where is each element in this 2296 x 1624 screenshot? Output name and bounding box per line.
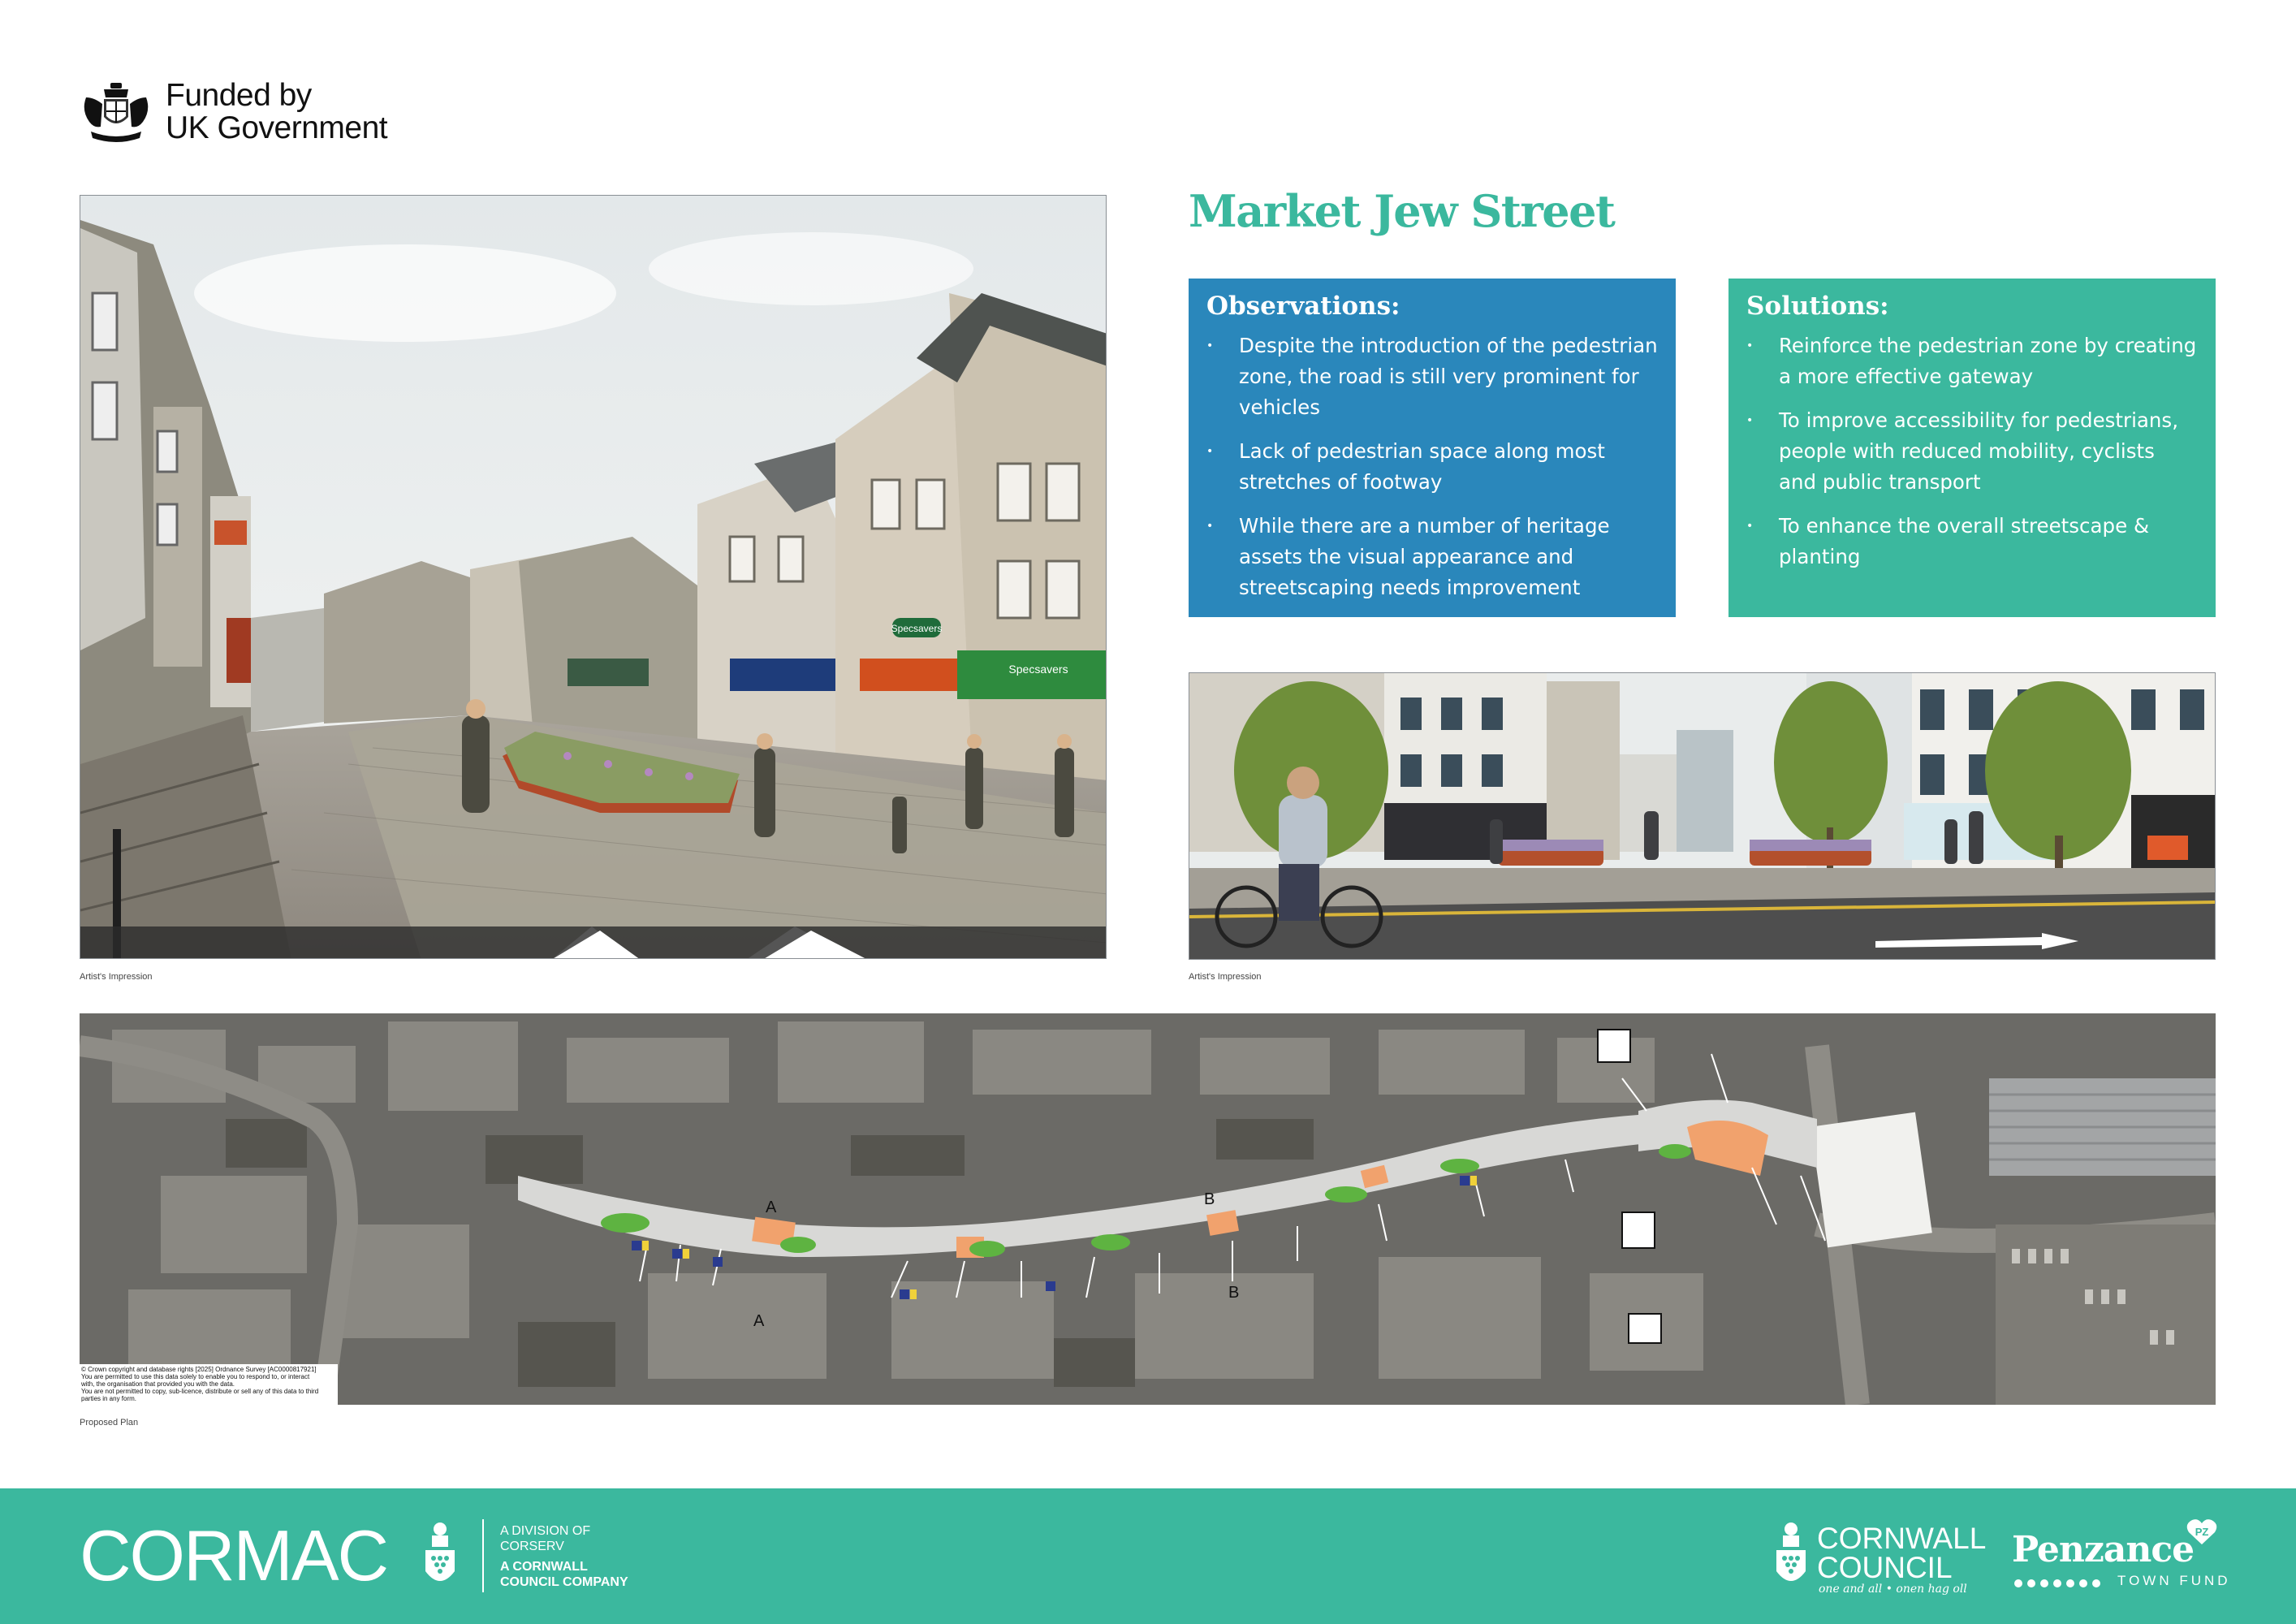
cc-line: COUNCIL [1817,1551,1953,1584]
royal-crest-icon [84,83,149,142]
solutions-list: Reinforce the pedestrian zone by creatin… [1746,330,2198,572]
plan-caption: Proposed Plan [80,1418,139,1427]
observations-list: Despite the introduction of the pedestri… [1206,330,1658,603]
penzance-logo: Penzance [2012,1529,2195,1570]
pz-badge-text: PZ [2195,1526,2209,1538]
cormac-logo: CORMAC [80,1515,389,1596]
copyright-line: with, the organisation that provided you… [80,1380,235,1388]
division-line-bold: COUNCIL COMPANY [500,1575,628,1589]
artist-impression-street-photo: Specsavers Specsavers [80,195,1107,959]
cornwall-council-crest-icon [1776,1522,1806,1581]
copyright-line: You are not permitted to copy, sub-licen… [81,1388,318,1395]
observation-item: While there are a number of heritage ass… [1206,511,1658,603]
copyright-line: © Crown copyright and database rights [2… [81,1366,317,1373]
shop-sign-specsavers: Specsavers [891,623,943,634]
cornwall-council-logo: CORNWALL COUNCIL [1817,1522,1987,1584]
solution-item: Reinforce the pedestrian zone by creatin… [1746,330,2198,392]
proposed-plan-aerial-map: A A B B © Crown copyright and database r… [80,1013,2216,1405]
penzance-dots-icon [2014,1579,2100,1587]
cornish-crest-icon [425,1522,455,1581]
photo1-caption: Artist's Impression [80,972,153,982]
division-line: CORSERV [500,1540,564,1553]
town-fund-label: TOWN FUND [2117,1573,2231,1588]
funded-by-text: Funded by UK Government [166,78,388,145]
copyright-line: You are permitted to use this data solel… [81,1373,310,1380]
pz-heart-badge-icon: PZ [2186,1519,2217,1544]
observations-heading: Observations: [1206,292,1400,321]
division-line: A DIVISION OF [500,1524,591,1538]
section-marker-a-top: A [766,1199,777,1216]
photo2-caption: Artist's Impression [1189,972,1262,982]
funded-line-2: UK Government [166,110,388,145]
artist-impression-gateway-photo [1189,672,2216,960]
logo-divider [482,1519,484,1592]
cornwall-council-tagline: one and all • onen hag oll [1819,1583,1967,1596]
observation-item: Lack of pedestrian space along most stre… [1206,436,1658,498]
solutions-heading: Solutions: [1746,292,1889,321]
aerial-plan-graphic: A A B B © Crown copyright and database r… [80,1013,2216,1405]
section-marker-b-bottom: B [1228,1284,1239,1302]
solution-item: To enhance the overall streetscape & pla… [1746,511,2198,572]
solutions-panel: Solutions: Reinforce the pedestrian zone… [1728,279,2216,617]
cc-line: CORNWALL [1817,1522,1987,1555]
funded-by-logo: Funded by UK Government [80,80,421,145]
shop-sign-specsavers-2: Specsavers [1008,663,1068,676]
footer-bar: CORMAC A DIVISION OF CORSERV A CORNWALL … [0,1488,2296,1624]
page-title: Market Jew Street [1189,185,1616,237]
section-marker-a-bottom: A [753,1312,765,1330]
observations-panel: Observations: Despite the introduction o… [1189,279,1676,617]
copyright-line: parties in any form. [81,1395,136,1402]
gateway-scene-illustration [1189,673,2215,959]
solution-item: To improve accessibility for pedestrians… [1746,405,2198,498]
street-scene-illustration: Specsavers Specsavers [80,196,1106,958]
observation-item: Despite the introduction of the pedestri… [1206,330,1658,423]
division-text: A DIVISION OF CORSERV A CORNWALL COUNCIL… [500,1523,628,1590]
section-marker-b-top: B [1204,1190,1215,1208]
division-line-bold: A CORNWALL [500,1560,588,1574]
funded-line-1: Funded by [166,78,312,113]
